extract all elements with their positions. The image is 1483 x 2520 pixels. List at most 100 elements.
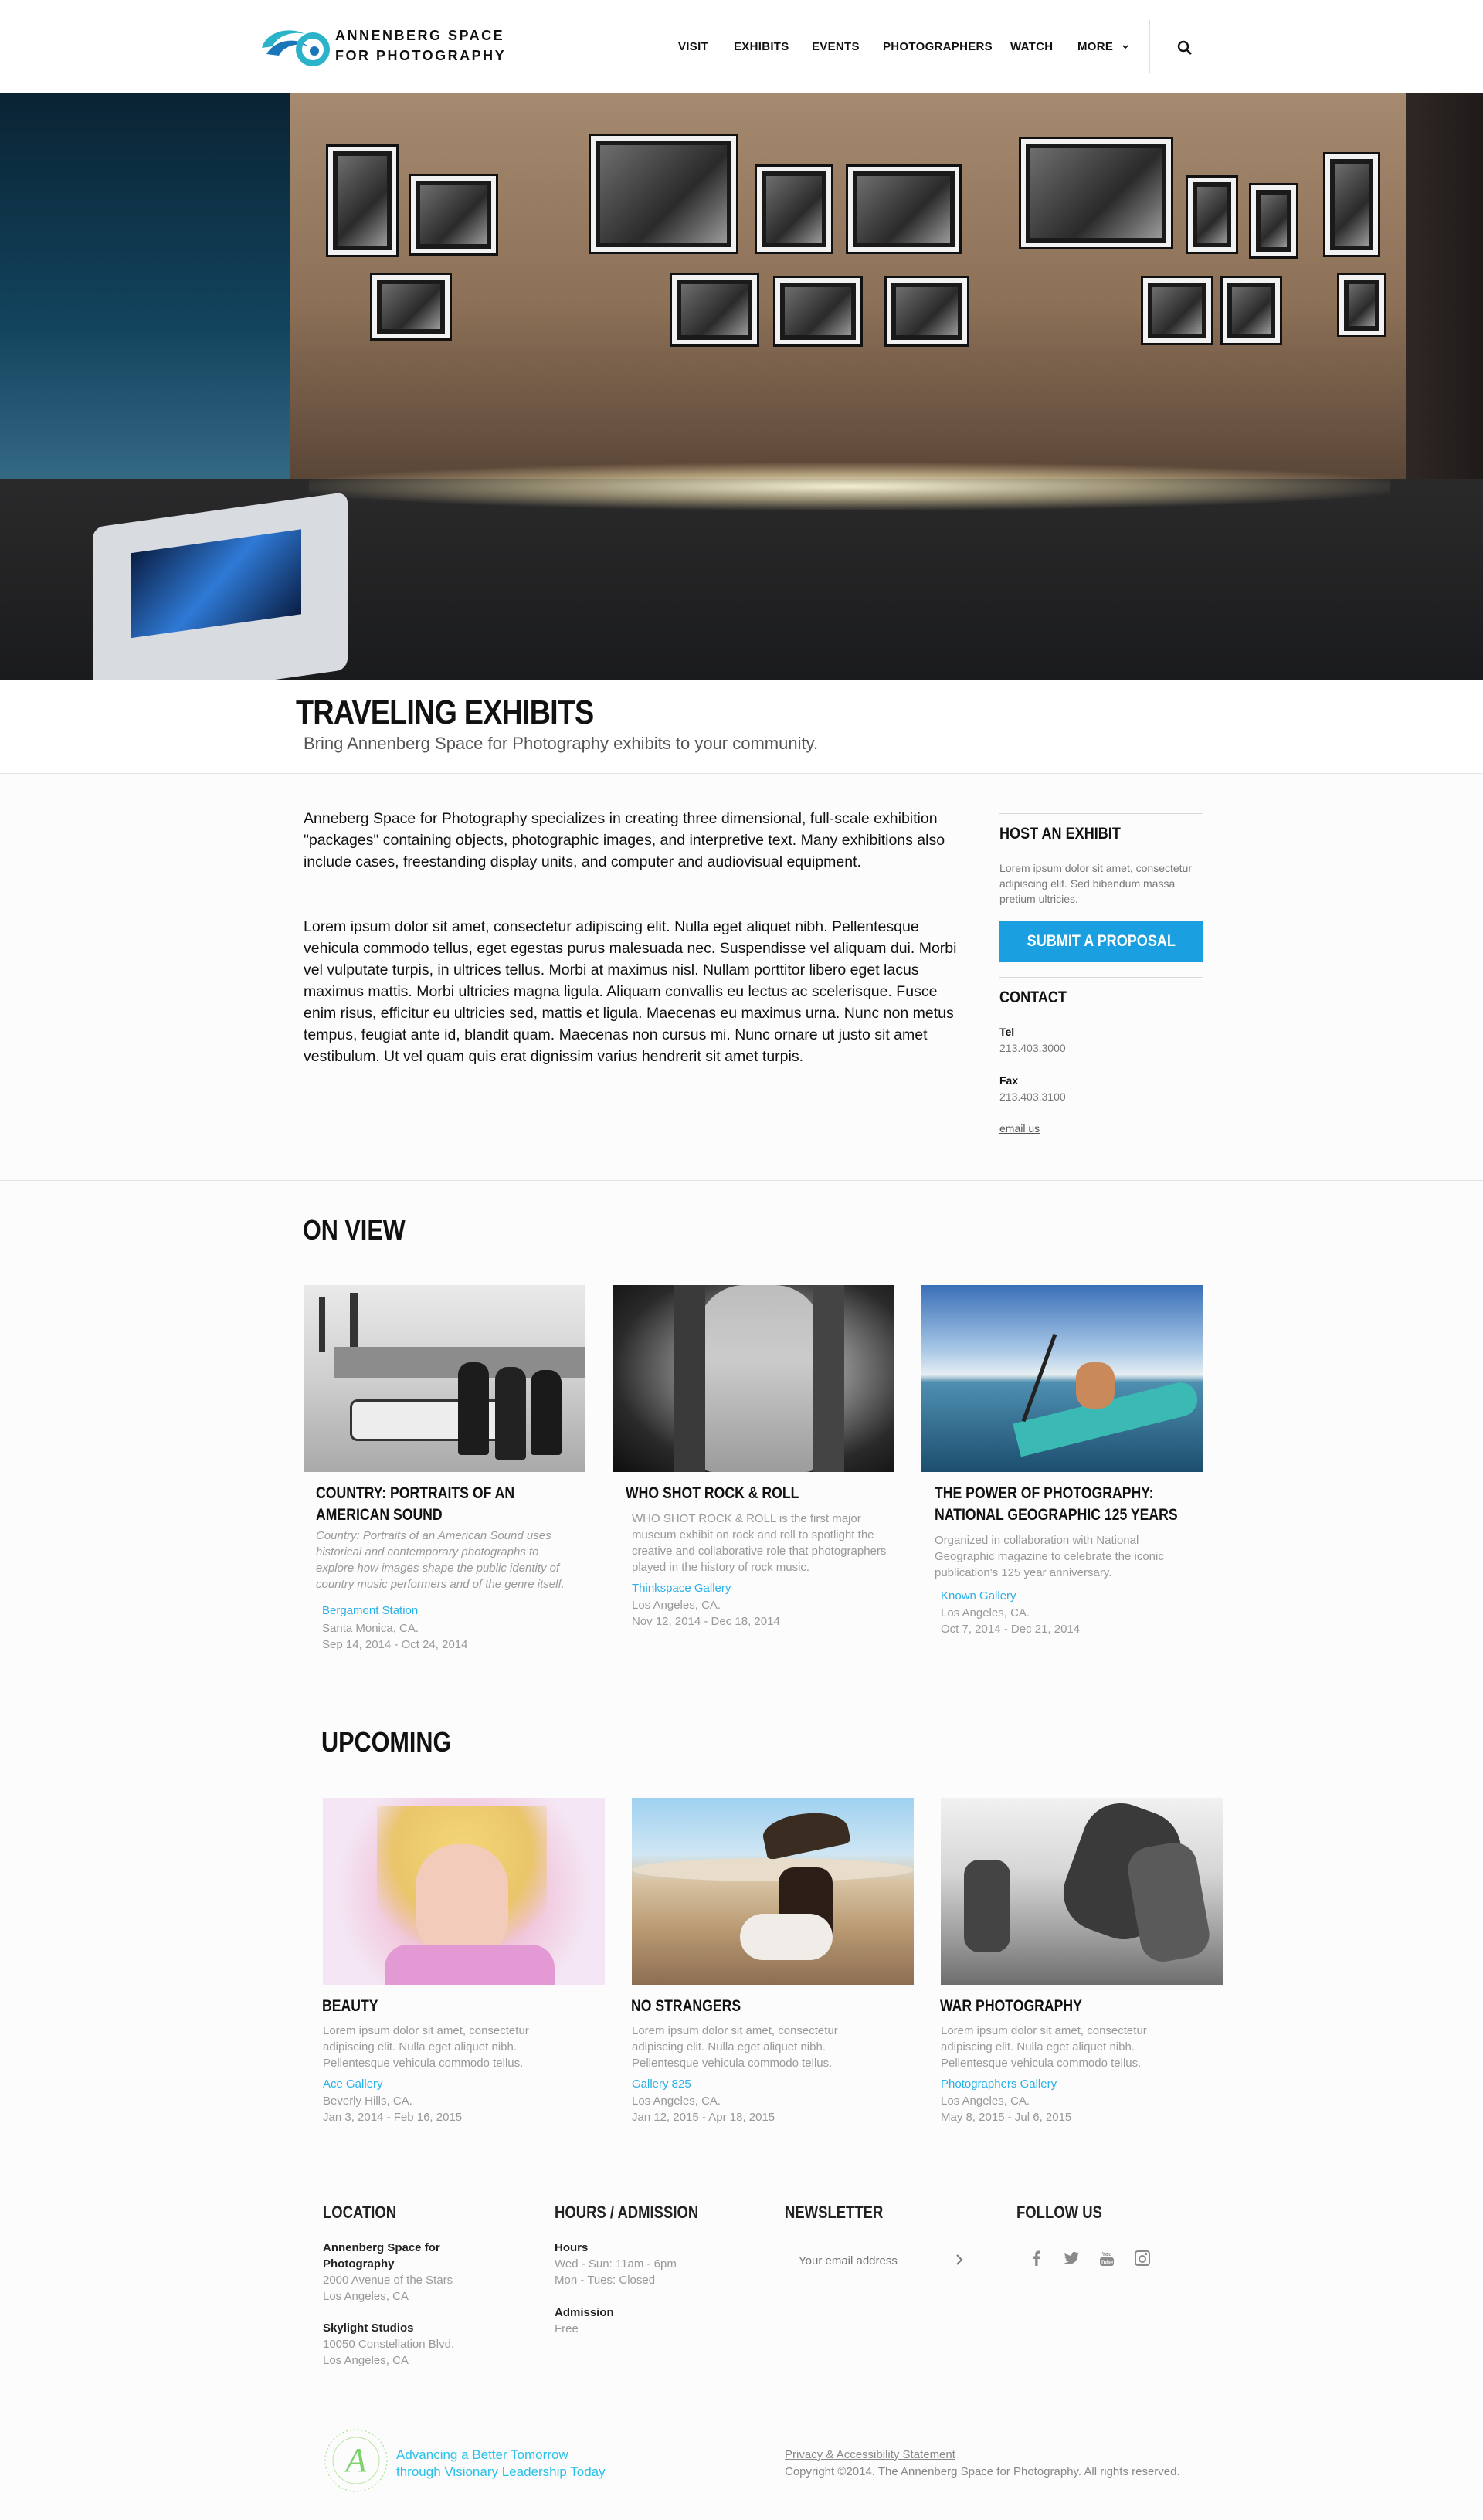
admission-value: Free	[555, 2322, 579, 2335]
card-desc-beauty: Lorem ipsum dolor sit amet, consectetur …	[323, 2024, 529, 2070]
contact-heading: CONTACT	[999, 989, 1067, 1006]
follow-us-heading: FOLLOW US	[1016, 2203, 1102, 2222]
card-title-no-strangers[interactable]: NO STRANGERS	[631, 1996, 904, 2017]
card-city-country: Santa Monica, CA.	[322, 1622, 419, 1635]
location-1-name: Annenberg Space for Photography	[323, 2241, 440, 2271]
nav-more[interactable]: MORE	[1077, 40, 1129, 53]
hero-photo-frame	[326, 144, 399, 257]
nav-photographers[interactable]: PHOTOGRAPHERS	[883, 40, 993, 53]
sidebar-divider	[999, 813, 1203, 814]
chevron-down-icon	[1122, 45, 1128, 49]
card-image-no-strangers[interactable]	[632, 1798, 914, 1985]
hero-photo-frame	[409, 174, 498, 256]
search-icon[interactable]	[1176, 39, 1194, 57]
section-divider	[0, 1180, 1483, 1181]
card-image-country[interactable]	[304, 1285, 585, 1472]
card-title-war-photography[interactable]: WAR PHOTOGRAPHY	[940, 1996, 1213, 2017]
logo-wordmark[interactable]: ANNENBERG SPACE FOR PHOTOGRAPHY	[335, 25, 506, 66]
hero-photo-frame	[773, 276, 863, 347]
page-title: TRAVELING EXHIBITS	[296, 694, 594, 731]
card-venue-country[interactable]: Bergamont Station	[322, 1604, 418, 1617]
nav-divider	[1149, 20, 1150, 73]
nav-exhibits[interactable]: EXHIBITS	[734, 40, 789, 53]
fax-label: Fax	[999, 1074, 1019, 1087]
intro-paragraph-2: Lorem ipsum dolor sit amet, consectetur …	[304, 918, 957, 1065]
card-venue-beauty[interactable]: Ace Gallery	[323, 2077, 383, 2091]
card-image-rock-roll[interactable]	[613, 1285, 894, 1472]
card-city-no-strangers: Los Angeles, CA.	[632, 2094, 721, 2108]
submit-proposal-button[interactable]: SUBMIT A PROPOSAL	[999, 921, 1203, 962]
card-dates-national-geographic: Oct 7, 2014 - Dec 21, 2014	[941, 1623, 1081, 1636]
youtube-icon[interactable]: You Tube	[1098, 2249, 1116, 2267]
intro-paragraph-1: Anneberg Space for Photography specializ…	[304, 810, 945, 870]
nav-watch[interactable]: WATCH	[1010, 40, 1053, 53]
submit-proposal-label: SUBMIT A PROPOSAL	[1027, 932, 1176, 950]
location-2-address-1: 10050 Constellation Blvd.	[323, 2338, 455, 2351]
hero-photo-frame	[589, 134, 738, 254]
card-dates-no-strangers: Jan 12, 2015 - Apr 18, 2015	[632, 2111, 775, 2124]
card-title-national-geographic[interactable]: THE POWER OF PHOTOGRAPHY: NATIONAL GEOGR…	[935, 1483, 1181, 1526]
card-image-national-geographic[interactable]	[921, 1285, 1203, 1472]
tel-label: Tel	[999, 1026, 1015, 1038]
instagram-icon[interactable]	[1133, 2249, 1152, 2267]
newsletter-heading: NEWSLETTER	[785, 2203, 884, 2222]
card-dates-beauty: Jan 3, 2014 - Feb 16, 2015	[323, 2111, 463, 2124]
card-venue-no-strangers[interactable]: Gallery 825	[632, 2077, 691, 2091]
admission-label: Admission	[555, 2306, 614, 2319]
tagline-line-1: Advancing a Better Tomorrow	[396, 2447, 568, 2462]
card-dates-rock-roll: Nov 12, 2014 - Dec 18, 2014	[632, 1615, 780, 1628]
host-exhibit-text: Lorem ipsum dolor sit amet, consectetur …	[999, 862, 1192, 905]
hero-photo-frame	[1249, 183, 1298, 259]
location-1-address-1: 2000 Avenue of the Stars	[323, 2274, 453, 2287]
card-venue-rock-roll[interactable]: Thinkspace Gallery	[632, 1582, 731, 1595]
location-2-address-2: Los Angeles, CA	[323, 2354, 409, 2367]
card-city-national-geographic: Los Angeles, CA.	[941, 1606, 1030, 1620]
foundation-tagline: Advancing a Better Tomorrow through Visi…	[396, 2447, 606, 2481]
card-title-rock-roll[interactable]: WHO SHOT ROCK & ROLL	[626, 1483, 898, 1504]
hours-heading: HOURS / ADMISSION	[555, 2203, 699, 2222]
hero-image	[0, 93, 1483, 680]
card-desc-national-geographic: Organized in collaboration with National…	[935, 1534, 1164, 1579]
card-city-rock-roll: Los Angeles, CA.	[632, 1599, 721, 1612]
card-desc-country: Country: Portraits of an American Sound …	[316, 1529, 565, 1591]
fax-value: 213.403.3100	[999, 1090, 1066, 1103]
hero-light-strip	[309, 463, 1390, 510]
hero-photo-frame	[1141, 276, 1213, 345]
hero-photo-frame	[846, 164, 962, 254]
card-desc-war-photography: Lorem ipsum dolor sit amet, consectetur …	[941, 2024, 1147, 2070]
tagline-line-2: through Visionary Leadership Today	[396, 2464, 606, 2479]
hero-photo-frame	[370, 273, 452, 341]
location-1-address-2: Los Angeles, CA	[323, 2290, 409, 2303]
card-city-war-photography: Los Angeles, CA.	[941, 2094, 1030, 2108]
hero-photo-frame	[670, 273, 759, 347]
hero-photo-frame	[1337, 273, 1386, 337]
email-us-link[interactable]: email us	[999, 1122, 1040, 1135]
privacy-accessibility-link[interactable]: Privacy & Accessibility Statement	[785, 2448, 955, 2461]
nav-events[interactable]: EVENTS	[812, 40, 860, 53]
sidebar-divider	[999, 977, 1203, 978]
foundation-seal-logo: A	[324, 2429, 388, 2492]
nav-visit[interactable]: VISIT	[678, 40, 708, 53]
hero-photo-frame	[1019, 137, 1173, 249]
hours-closed: Mon - Tues: Closed	[555, 2274, 656, 2287]
card-venue-national-geographic[interactable]: Known Gallery	[941, 1589, 1016, 1603]
card-title-country[interactable]: COUNTRY: PORTRAITS OF AN AMERICAN SOUND	[316, 1483, 589, 1526]
hero-photo-frame	[1220, 276, 1282, 345]
logo-line-2: FOR PHOTOGRAPHY	[335, 48, 507, 63]
card-venue-war-photography[interactable]: Photographers Gallery	[941, 2077, 1057, 2091]
copyright-text: Copyright ©2014. The Annenberg Space for…	[785, 2465, 1180, 2478]
hero-photo-frame	[1186, 175, 1238, 254]
card-city-beauty: Beverly Hills, CA.	[323, 2094, 412, 2108]
card-image-beauty[interactable]	[323, 1798, 605, 1985]
twitter-icon[interactable]	[1062, 2249, 1081, 2267]
hero-photo-frame	[884, 276, 969, 347]
on-view-heading: ON VIEW	[303, 1214, 406, 1246]
facebook-icon[interactable]	[1027, 2249, 1046, 2267]
logo-icon[interactable]	[259, 23, 330, 70]
site-header: ANNENBERG SPACE FOR PHOTOGRAPHY VISIT EX…	[0, 0, 1483, 93]
chevron-right-icon[interactable]	[950, 2249, 969, 2271]
card-title-beauty[interactable]: BEAUTY	[322, 1996, 595, 2017]
card-image-war-photography[interactable]	[941, 1798, 1223, 1985]
newsletter-email-input[interactable]	[785, 2247, 970, 2274]
svg-text:Tube: Tube	[1101, 2261, 1113, 2266]
